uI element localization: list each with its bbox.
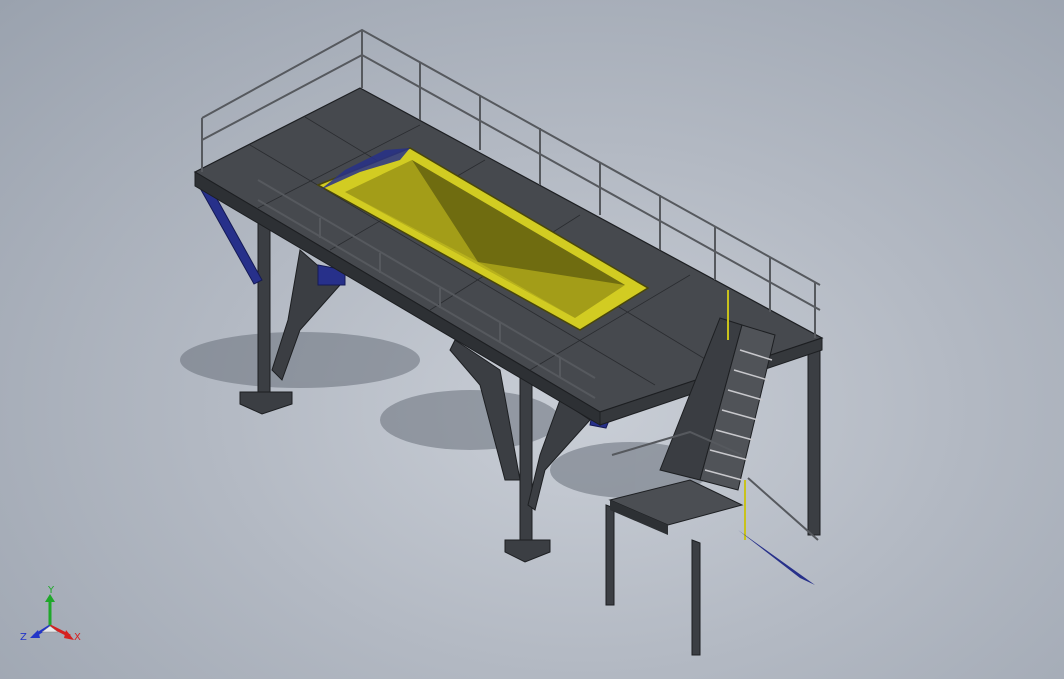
triad-x-axis xyxy=(49,624,74,640)
3d-viewport[interactable]: Y X Z xyxy=(0,0,1064,679)
platform-model[interactable] xyxy=(0,0,1064,679)
triad-x-label: X xyxy=(74,632,81,643)
triad-y-axis xyxy=(45,594,55,626)
triad-y-label: Y xyxy=(47,586,55,596)
coordinate-triad: Y X Z xyxy=(20,586,81,643)
triad-z-label: Z xyxy=(20,632,27,643)
